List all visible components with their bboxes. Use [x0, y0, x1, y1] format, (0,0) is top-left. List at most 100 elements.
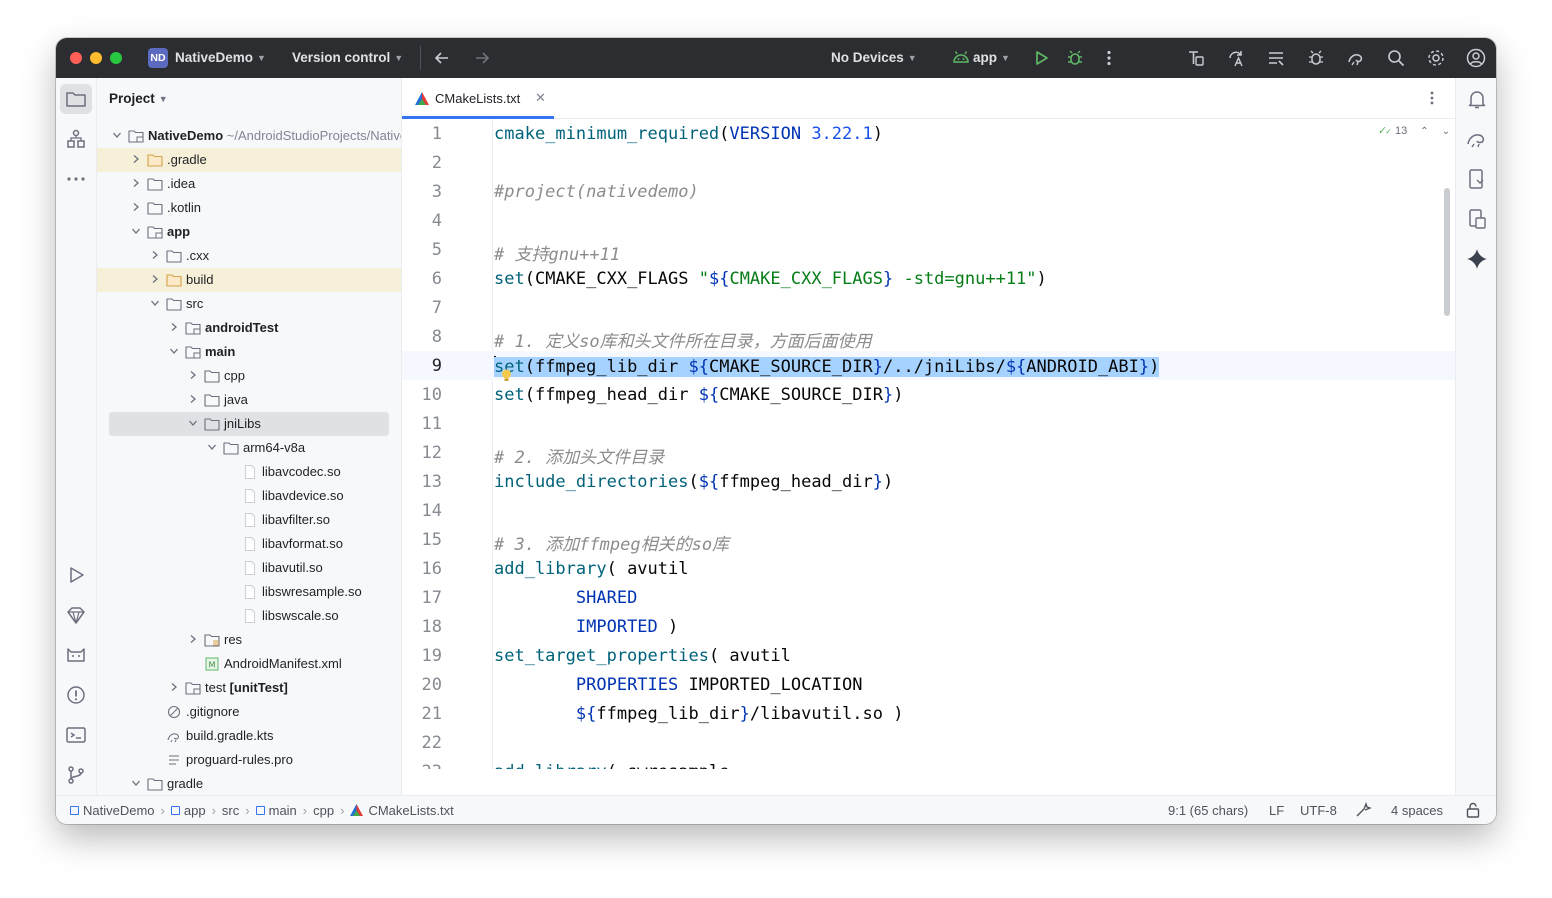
chevron-down-icon[interactable]: [150, 298, 160, 308]
lock-icon[interactable]: [1466, 802, 1480, 821]
code-line[interactable]: 13 include_directories(${ffmpeg_head_dir}…: [402, 467, 1455, 496]
tree-item-build-gradle-kts[interactable]: build.gradle.kts: [97, 724, 401, 748]
code-editor[interactable]: 1 cmake_minimum_required(VERSION 3.22.1) 2…: [402, 119, 1455, 769]
code-line[interactable]: 4: [402, 206, 1455, 235]
forward-arrow-icon[interactable]: [472, 48, 492, 68]
inspection-widget[interactable]: ✓✓ 13 ⌃ ⌄: [1378, 124, 1450, 137]
chevron-right-icon[interactable]: [188, 370, 198, 380]
code-line[interactable]: 2: [402, 148, 1455, 177]
device-selector[interactable]: No Devices ▼: [831, 50, 917, 65]
chevron-down-icon[interactable]: [112, 130, 122, 140]
project-badge[interactable]: ND: [148, 48, 168, 68]
project-view-selector[interactable]: Project ▼: [109, 91, 168, 106]
code-line[interactable]: 1 cmake_minimum_required(VERSION 3.22.1): [402, 119, 1455, 148]
gemini-sparkle-icon[interactable]: [1465, 247, 1489, 271]
code-line[interactable]: 17 SHARED: [402, 583, 1455, 612]
file-encoding[interactable]: UTF-8: [1300, 803, 1337, 818]
chevron-down-icon[interactable]: [188, 418, 198, 428]
chevron-right-icon[interactable]: [131, 202, 141, 212]
profiler-bug-icon[interactable]: [1306, 48, 1326, 68]
line-ending[interactable]: LF: [1269, 803, 1284, 818]
code-line[interactable]: 18 IMPORTED ): [402, 612, 1455, 641]
tree-item-main[interactable]: main: [97, 340, 401, 364]
problems-icon[interactable]: [64, 683, 88, 707]
code-style-icon[interactable]: [1355, 801, 1373, 821]
chevron-right-icon[interactable]: [188, 634, 198, 644]
next-highlight-icon[interactable]: ⌄: [1442, 126, 1450, 137]
account-icon[interactable]: [1466, 48, 1486, 68]
translations-icon[interactable]: [1226, 48, 1246, 68]
tree-item-jnilibs[interactable]: jniLibs: [109, 412, 389, 436]
chevron-down-icon[interactable]: [131, 778, 141, 788]
code-line[interactable]: 11: [402, 409, 1455, 438]
chevron-right-icon[interactable]: [150, 274, 160, 284]
tree-item-proguard-rules-pro[interactable]: proguard-rules.pro: [97, 748, 401, 772]
chevron-right-icon[interactable]: [131, 154, 141, 164]
version-control-icon[interactable]: [64, 763, 88, 787]
tree-item-nativedemo[interactable]: NativeDemo ~/AndroidStudioProjects/Nativ…: [97, 124, 401, 148]
tree-item-androidtest[interactable]: androidTest: [97, 316, 401, 340]
code-line[interactable]: 12 # 2. 添加头文件目录: [402, 438, 1455, 468]
back-arrow-icon[interactable]: [432, 48, 452, 68]
tree-item-gradle[interactable]: gradle: [97, 772, 401, 795]
indent-setting[interactable]: 4 spaces: [1391, 803, 1443, 818]
caret-position[interactable]: 9:1 (65 chars): [1168, 803, 1248, 818]
vertical-scrollbar[interactable]: [1444, 188, 1450, 316]
device-manager-icon[interactable]: [1186, 48, 1206, 68]
prev-highlight-icon[interactable]: ⌃: [1420, 126, 1428, 137]
chevron-right-icon[interactable]: [169, 322, 179, 332]
chevron-right-icon[interactable]: [150, 250, 160, 260]
structure-icon[interactable]: [64, 127, 88, 151]
tree-item-gradle[interactable]: .gradle: [97, 148, 401, 172]
tree-item-libavdevice-so[interactable]: libavdevice.so: [97, 484, 401, 508]
vcs-menu[interactable]: Version control ▼: [292, 50, 403, 65]
zoom-window-button[interactable]: [110, 52, 122, 64]
close-window-button[interactable]: [70, 52, 82, 64]
chevron-right-icon[interactable]: [169, 682, 179, 692]
code-line[interactable]: 6 set(CMAKE_CXX_FLAGS "${CMAKE_CXX_FLAGS}…: [402, 264, 1455, 293]
code-line[interactable]: 15 # 3. 添加ffmpeg相关的so库: [402, 525, 1455, 555]
close-tab-icon[interactable]: ✕: [535, 90, 546, 106]
code-line[interactable]: 14: [402, 496, 1455, 525]
running-devices-icon[interactable]: [1465, 207, 1489, 231]
tree-item-libswresample-so[interactable]: libswresample.so: [97, 580, 401, 604]
code-line[interactable]: 9 set(ffmpeg_lib_dir ${CMAKE_SOURCE_DIR}/…: [402, 351, 1455, 380]
tree-item-libavformat-so[interactable]: libavformat.so: [97, 532, 401, 556]
intention-bulb-icon[interactable]: [501, 369, 512, 382]
tree-item-src[interactable]: src: [97, 292, 401, 316]
run-config-selector[interactable]: app ▼: [973, 50, 1010, 65]
chevron-down-icon[interactable]: [207, 442, 217, 452]
code-line[interactable]: 10 set(ffmpeg_head_dir ${CMAKE_SOURCE_DIR…: [402, 380, 1455, 409]
debug-icon[interactable]: [1065, 48, 1085, 68]
project-folder-icon[interactable]: [64, 87, 88, 111]
code-line[interactable]: 7: [402, 293, 1455, 322]
breadcrumb-item[interactable]: app: [170, 803, 206, 818]
breadcrumb-item[interactable]: src: [222, 803, 239, 818]
gradle-icon[interactable]: [1465, 127, 1489, 151]
tree-item-res[interactable]: res: [97, 628, 401, 652]
code-line[interactable]: 23 add_library( swresample: [402, 757, 1455, 769]
breadcrumb-item[interactable]: NativeDemo: [70, 803, 155, 818]
tree-item-kotlin[interactable]: .kotlin: [97, 196, 401, 220]
tree-item-build[interactable]: build: [97, 268, 401, 292]
editor-tab-cmakelists[interactable]: CMakeLists.txt ✕: [402, 78, 554, 119]
breadcrumb-item[interactable]: cpp: [313, 803, 334, 818]
code-line[interactable]: 20 PROPERTIES IMPORTED_LOCATION: [402, 670, 1455, 699]
tab-more-icon[interactable]: [1424, 90, 1440, 106]
more-tools-icon[interactable]: [64, 167, 88, 191]
code-line[interactable]: 21 ${ffmpeg_lib_dir}/libavutil.so ): [402, 699, 1455, 728]
code-line[interactable]: 22: [402, 728, 1455, 757]
tree-item-libswscale-so[interactable]: libswscale.so: [97, 604, 401, 628]
run-tool-icon[interactable]: [64, 563, 88, 587]
run-icon[interactable]: [1031, 48, 1051, 68]
code-line[interactable]: 3 #project(nativedemo): [402, 177, 1455, 206]
code-line[interactable]: 19 set_target_properties( avutil: [402, 641, 1455, 670]
breadcrumb-item[interactable]: main: [255, 803, 297, 818]
tree-item-test[interactable]: test [unitTest]: [97, 676, 401, 700]
terminal-icon[interactable]: [64, 723, 88, 747]
search-icon[interactable]: [1386, 48, 1406, 68]
tree-item-idea[interactable]: .idea: [97, 172, 401, 196]
code-line[interactable]: 5 # 支持gnu++11: [402, 235, 1455, 265]
tree-item-java[interactable]: java: [97, 388, 401, 412]
logcat-tool-icon[interactable]: [64, 643, 88, 667]
